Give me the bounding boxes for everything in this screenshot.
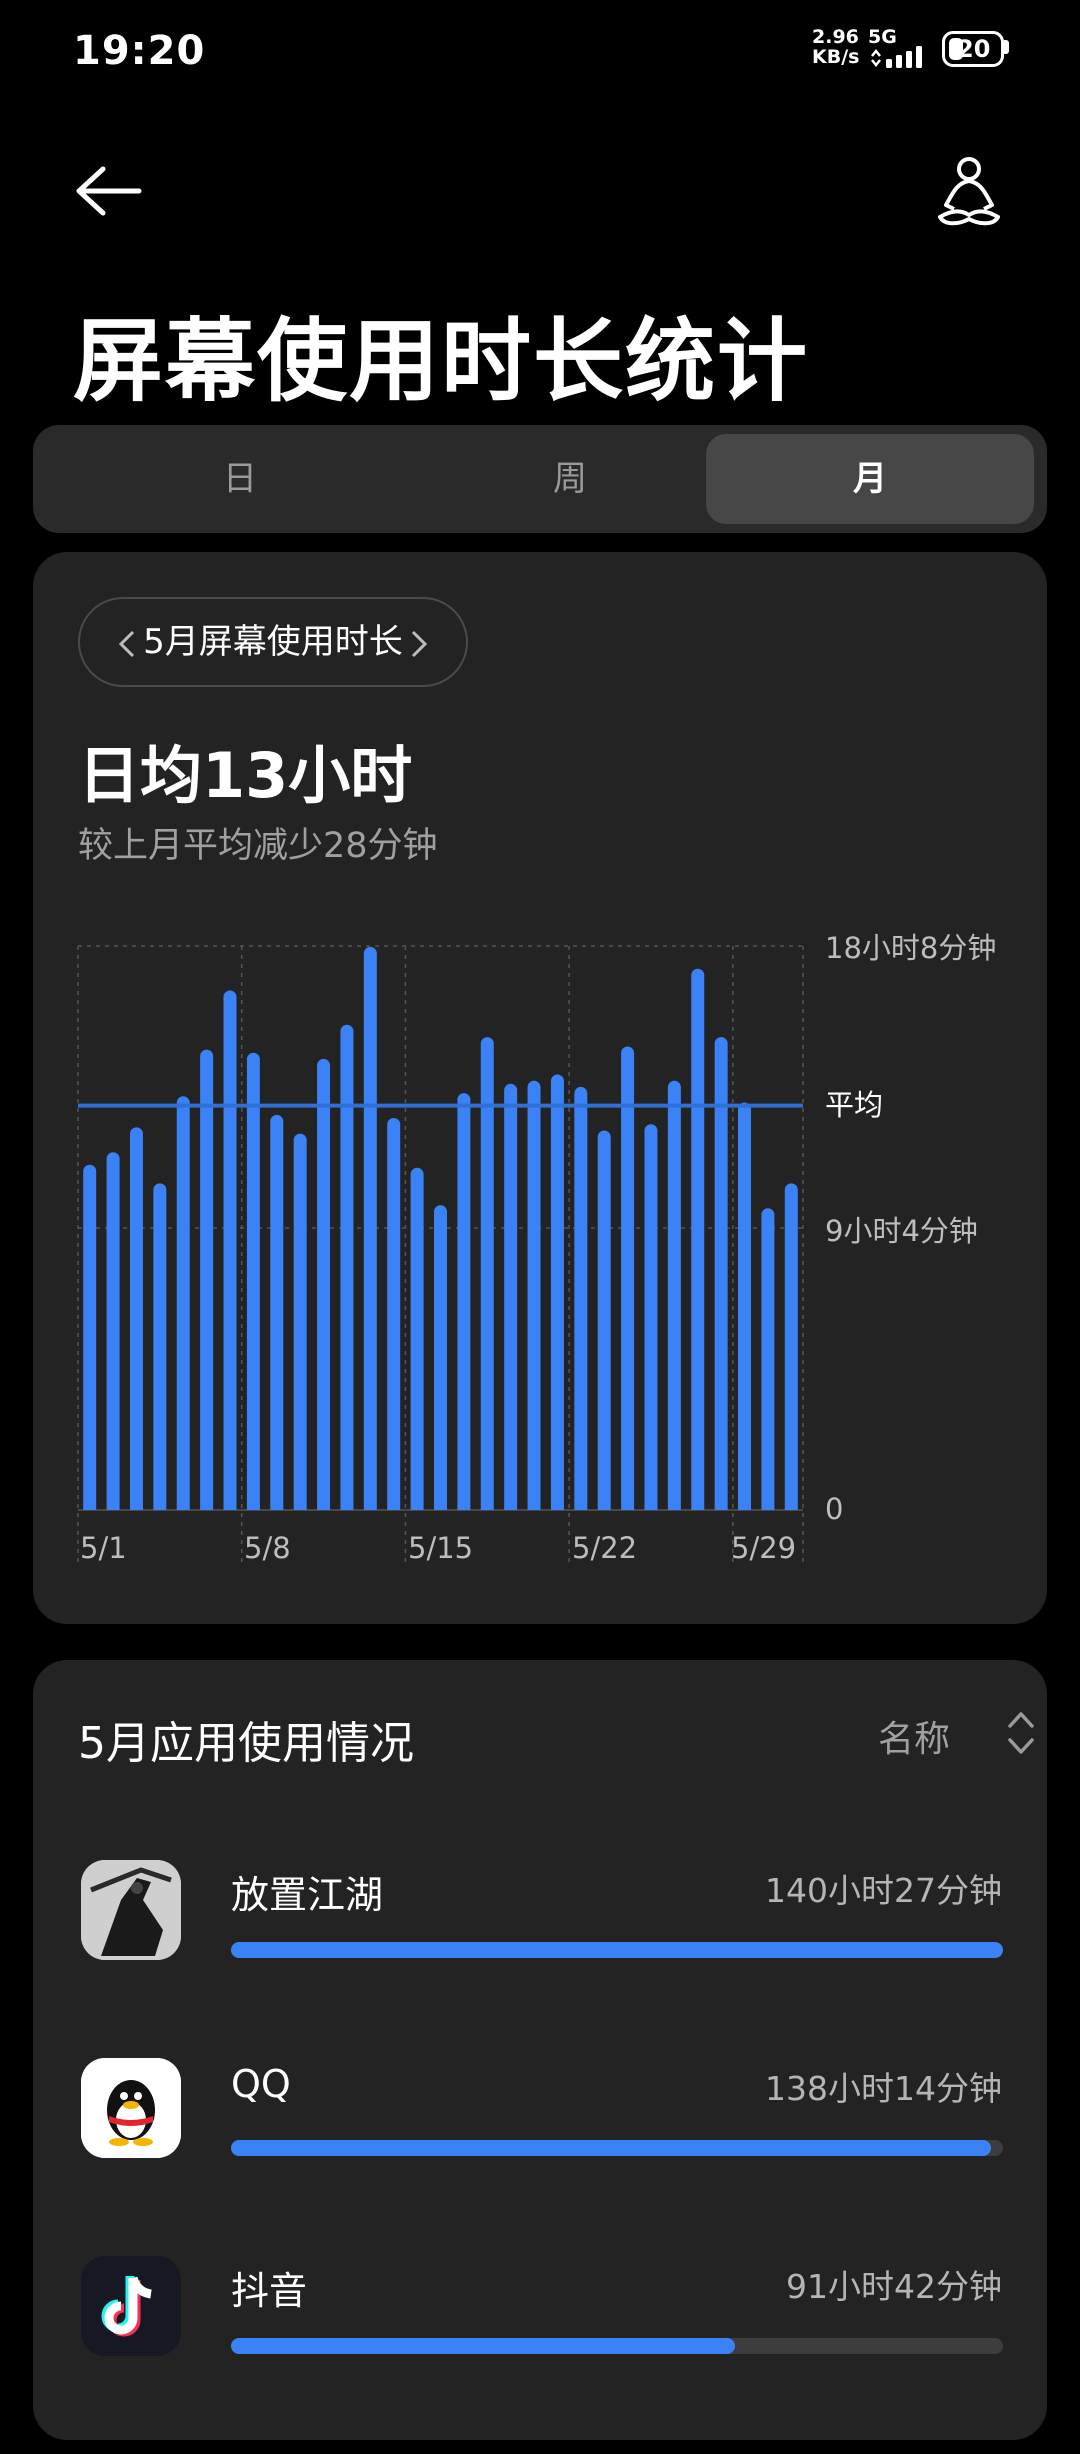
chart-bar [644, 1124, 658, 1510]
chart-bar [434, 1205, 447, 1510]
battery-level: 20 [957, 35, 991, 63]
app-time: 138小时14分钟 [765, 2069, 1002, 2108]
chart-bar [129, 1127, 143, 1510]
chart-bar [504, 1083, 518, 1510]
net-unit: KB/s [812, 46, 860, 68]
chart-bar [223, 990, 237, 1510]
app-usage-title: 5月应用使用情况 [78, 1718, 414, 1769]
app-name: 放置江湖 [231, 1873, 384, 1917]
chart-bar [761, 1208, 775, 1510]
usage-bar-track [231, 1942, 1003, 1958]
usage-chart-card: 5月屏幕使用时长 日均13小时 较上月平均减少28分钟 18小时8分钟 平均 9… [33, 552, 1047, 1624]
x-tick-label: 5/15 [408, 1531, 474, 1565]
x-tick-label: 5/1 [80, 1531, 127, 1565]
chart-bar [480, 1037, 494, 1510]
tab-week[interactable]: 周 [406, 434, 734, 524]
battery-tip [1004, 40, 1009, 54]
app-time: 140小时27分钟 [765, 1871, 1002, 1910]
sort-label: 名称 [878, 1719, 951, 1760]
chart-bar [667, 1080, 681, 1510]
page-title: 屏幕使用时长统计 [73, 309, 809, 414]
net-type: 5G [868, 26, 897, 48]
chart-bar [457, 1093, 471, 1510]
chart-bar [83, 1164, 97, 1510]
chart-bar [246, 1052, 260, 1510]
app-row[interactable]: 抖音 91小时42分钟 [33, 2256, 1047, 2454]
usage-bar-fill [231, 1942, 1003, 1958]
chart-bar [270, 1114, 284, 1510]
tab-day[interactable]: 日 [76, 434, 404, 524]
chart-bar [363, 946, 377, 1510]
bar-chart [77, 945, 804, 1565]
chart-bar [176, 1096, 190, 1510]
period-tabs: 日 周 月 [33, 425, 1047, 533]
avg-line-label: 平均 [825, 1088, 884, 1122]
chart-bar [106, 1152, 120, 1510]
chart-bar [597, 1130, 611, 1510]
usage-bar-track [231, 2140, 1003, 2156]
chart-bar [738, 1102, 752, 1510]
y-tick-mid: 9小时4分钟 [825, 1214, 978, 1248]
fangzhi-jianghu-icon [81, 1860, 181, 1960]
usage-bar-fill [231, 2140, 991, 2156]
x-tick-label: 5/29 [731, 1531, 797, 1565]
chart-bar [691, 968, 705, 1510]
app-row[interactable]: QQ 138小时14分钟 [33, 2058, 1047, 2256]
chart-bar [550, 1074, 564, 1510]
qq-penguin-icon [81, 2058, 181, 2158]
chart-bar [784, 1183, 798, 1510]
sort-updown-icon [1008, 1712, 1034, 1754]
chart-bar [621, 1046, 635, 1510]
sort-button[interactable]: 名称 [878, 1710, 1034, 1762]
chart-bar [340, 1024, 354, 1510]
usage-bar-fill [231, 2338, 736, 2354]
net-speed: 2.96 [812, 26, 859, 48]
x-tick-label: 5/8 [244, 1531, 291, 1565]
chart-bar [714, 1037, 728, 1510]
network-indicator: 2.96 KB/s 5G [812, 26, 922, 68]
chart-bar [410, 1167, 424, 1510]
app-time: 91小时42分钟 [786, 2267, 1002, 2306]
chart-bar [200, 1049, 214, 1510]
douyin-note-icon [81, 2256, 181, 2356]
usage-bar-track [231, 2338, 1003, 2354]
chart-bar [153, 1183, 167, 1510]
chart-bar [293, 1133, 307, 1510]
app-name: 抖音 [231, 2269, 308, 2313]
tab-month[interactable]: 月 [706, 434, 1034, 524]
app-row[interactable]: 放置江湖 140小时27分钟 [33, 1860, 1047, 2058]
app-name: QQ [231, 2062, 291, 2106]
arrow-left-icon[interactable] [73, 165, 143, 217]
meditation-icon[interactable] [936, 155, 1002, 229]
chart-bar [574, 1086, 588, 1510]
signal-icon [871, 46, 922, 68]
y-tick-zero: 0 [825, 1492, 844, 1526]
chart-bar [317, 1058, 331, 1510]
x-tick-label: 5/22 [572, 1531, 638, 1565]
chart-bar [527, 1080, 541, 1510]
battery-icon: 20 [942, 31, 1004, 67]
app-usage-card: 5月应用使用情况 名称 放置江湖 140小时27分钟 QQ 138小时14分钟 … [33, 1660, 1047, 2440]
status-time: 19:20 [73, 28, 206, 74]
y-tick-max: 18小时8分钟 [825, 931, 997, 965]
chart-bar [387, 1118, 401, 1510]
